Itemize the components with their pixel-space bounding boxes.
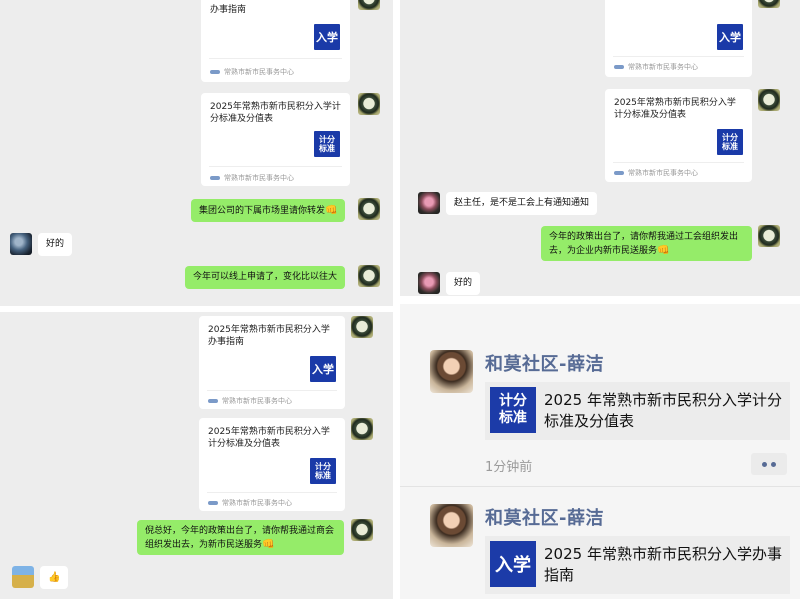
- fist-emoji-icon: 👊: [262, 539, 275, 550]
- chat-panel-top-left: 办事指南 入学 常熟市新市民事务中心 2025年常熟市新市民积分入学计分标准及分…: [0, 0, 393, 306]
- article-thumbnail-jifen: 计分 标准: [314, 131, 340, 157]
- article-thumbnail-ruxue: 入学: [310, 356, 336, 382]
- article-card-standard[interactable]: 2025年常熟市新市民积分入学计分标准及分值表 计分 标准 常熟市新市民事务中心: [199, 418, 345, 511]
- card-divider: [207, 492, 337, 493]
- message-bubble-sent[interactable]: 今年的政策出台了，请你帮我通过工会组织发出去，为企业内新市民送服务👊: [541, 226, 752, 261]
- card-divider: [209, 166, 342, 167]
- article-source-label: 常熟市新市民事务中心: [222, 499, 292, 507]
- source-logo-icon: [614, 65, 624, 69]
- poster-avatar[interactable]: [430, 504, 473, 547]
- article-thumbnail-jifen: 计分 标准: [717, 129, 743, 155]
- thumb-text-top: 计分: [315, 462, 331, 471]
- article-source: 常熟市新市民事务中心: [208, 396, 292, 406]
- message-text: 集团公司的下属市场里请你转发: [199, 206, 326, 216]
- article-card-title: 2025年常熟市新市民积分入学计分标准及分值表: [210, 102, 341, 124]
- more-actions-button[interactable]: [751, 453, 787, 475]
- article-card-title: 办事指南: [210, 5, 247, 15]
- source-logo-icon: [614, 171, 624, 175]
- article-card-title: 2025年常熟市新市民积分入学计分标准及分值表: [208, 427, 330, 449]
- avatar-contact-field[interactable]: [12, 566, 34, 588]
- article-card-title: 2025年常熟市新市民积分入学计分标准及分值表: [614, 98, 736, 120]
- avatar-self[interactable]: [351, 316, 373, 338]
- thumb-text-top: 计分: [722, 133, 738, 142]
- source-logo-icon: [208, 501, 218, 505]
- article-thumbnail-jifen: 计分 标准: [310, 458, 336, 484]
- thumb-text-top: 计分: [499, 393, 527, 409]
- avatar-self[interactable]: [358, 265, 380, 287]
- article-source-label: 常熟市新市民事务中心: [224, 68, 294, 76]
- source-logo-icon: [208, 399, 218, 403]
- source-logo-icon: [210, 176, 220, 180]
- article-card-title: 2025年常熟市新市民积分入学办事指南: [208, 325, 330, 347]
- message-bubble-received[interactable]: 好的: [38, 233, 73, 256]
- card-divider: [207, 390, 337, 391]
- post-divider: [400, 486, 800, 487]
- message-bubble-sent[interactable]: 倪总好，今年的政策出台了，请你帮我通过商会组织发出去，为新市民送服务👊: [137, 520, 344, 555]
- poster-name[interactable]: 和莫社区-薛洁: [485, 350, 604, 376]
- article-source-label: 常熟市新市民事务中心: [628, 63, 698, 71]
- dot-icon: [771, 461, 776, 467]
- fist-emoji-icon: 👊: [657, 245, 670, 256]
- shared-article-guide[interactable]: 入学 2025 年常熟市新市民积分入学办事指南: [485, 536, 790, 594]
- avatar-self[interactable]: [358, 93, 380, 115]
- shared-article-thumbnail: 计分 标准: [490, 387, 536, 433]
- thumbs-up-emoji-icon: 👍: [48, 572, 61, 583]
- article-source: 常熟市新市民事务中心: [208, 498, 292, 508]
- avatar-self[interactable]: [758, 0, 780, 8]
- avatar-contact-flower[interactable]: [418, 272, 440, 294]
- message-bubble-received[interactable]: 👍: [40, 566, 69, 589]
- thumb-text-top: 计分: [319, 135, 335, 144]
- dot-icon: [762, 461, 767, 467]
- article-thumbnail-ruxue: 入学: [717, 24, 743, 50]
- article-source-label: 常熟市新市民事务中心: [628, 169, 698, 177]
- message-text: 今年的政策出台了，请你帮我通过工会组织发出去，为企业内新市民送服务: [549, 232, 739, 256]
- avatar-contact-flower[interactable]: [418, 192, 440, 214]
- article-source: 常熟市新市民事务中心: [614, 62, 698, 72]
- chat-panel-bottom-left: 2025年常熟市新市民积分入学办事指南 入学 常熟市新市民事务中心 2025年常…: [0, 312, 393, 599]
- thumb-text-bottom: 标准: [319, 144, 335, 153]
- avatar-self[interactable]: [351, 418, 373, 440]
- source-logo-icon: [210, 70, 220, 74]
- article-thumbnail-ruxue: 入学: [314, 24, 340, 50]
- article-source: 常熟市新市民事务中心: [210, 173, 294, 183]
- card-divider: [209, 58, 342, 59]
- shared-article-title: 2025 年常熟市新市民积分入学计分标准及分值表: [544, 391, 782, 430]
- message-text: 倪总好，今年的政策出台了，请你帮我通过商会组织发出去，为新市民送服务: [145, 526, 335, 550]
- shared-article-standard[interactable]: 计分 标准 2025 年常熟市新市民积分入学计分标准及分值表: [485, 382, 790, 440]
- avatar-self[interactable]: [758, 89, 780, 111]
- message-bubble-received[interactable]: 赵主任，是不是工会上有通知通知: [446, 192, 598, 215]
- article-source: 常熟市新市民事务中心: [614, 168, 698, 178]
- article-card-guide[interactable]: 办事指南 入学 常熟市新市民事务中心: [201, 0, 350, 82]
- thumb-text-bottom: 标准: [499, 410, 527, 426]
- chat-panel-top-right: 入学 常熟市新市民事务中心 2025年常熟市新市民积分入学计分标准及分值表 计分…: [400, 0, 800, 296]
- avatar-self[interactable]: [358, 0, 380, 10]
- poster-avatar[interactable]: [430, 350, 473, 393]
- fist-emoji-icon: 👊: [325, 205, 338, 216]
- article-source-label: 常熟市新市民事务中心: [224, 174, 294, 182]
- article-source: 常熟市新市民事务中心: [210, 67, 294, 77]
- card-divider: [613, 56, 744, 57]
- article-card-guide[interactable]: 入学 常熟市新市民事务中心: [605, 0, 752, 77]
- avatar-self[interactable]: [758, 225, 780, 247]
- shared-article-title: 2025 年常熟市新市民积分入学办事指南: [544, 545, 782, 584]
- message-bubble-sent[interactable]: 今年可以线上申请了，变化比以往大: [185, 266, 346, 289]
- avatar-self[interactable]: [351, 519, 373, 541]
- thumb-text-bottom: 标准: [315, 471, 331, 480]
- card-divider: [613, 162, 744, 163]
- article-card-standard[interactable]: 2025年常熟市新市民积分入学计分标准及分值表 计分 标准 常熟市新市民事务中心: [201, 93, 350, 186]
- screenshot-collage: 办事指南 入学 常熟市新市民事务中心 2025年常熟市新市民积分入学计分标准及分…: [0, 0, 800, 599]
- shared-article-thumbnail: 入学: [490, 541, 536, 587]
- message-bubble-received[interactable]: 好的: [446, 272, 481, 295]
- moments-panel: 和莫社区-薛洁 计分 标准 2025 年常熟市新市民积分入学计分标准及分值表 1分…: [400, 304, 800, 599]
- article-card-standard[interactable]: 2025年常熟市新市民积分入学计分标准及分值表 计分 标准 常熟市新市民事务中心: [605, 89, 752, 182]
- poster-name[interactable]: 和莫社区-薛洁: [485, 504, 604, 530]
- article-source-label: 常熟市新市民事务中心: [222, 397, 292, 405]
- article-card-guide[interactable]: 2025年常熟市新市民积分入学办事指南 入学 常熟市新市民事务中心: [199, 316, 345, 409]
- thumb-text-bottom: 标准: [722, 142, 738, 151]
- message-bubble-sent[interactable]: 集团公司的下属市场里请你转发👊: [191, 199, 346, 222]
- avatar-contact-earth[interactable]: [10, 233, 32, 255]
- avatar-self[interactable]: [358, 198, 380, 220]
- post-timestamp: 1分钟前: [485, 460, 533, 475]
